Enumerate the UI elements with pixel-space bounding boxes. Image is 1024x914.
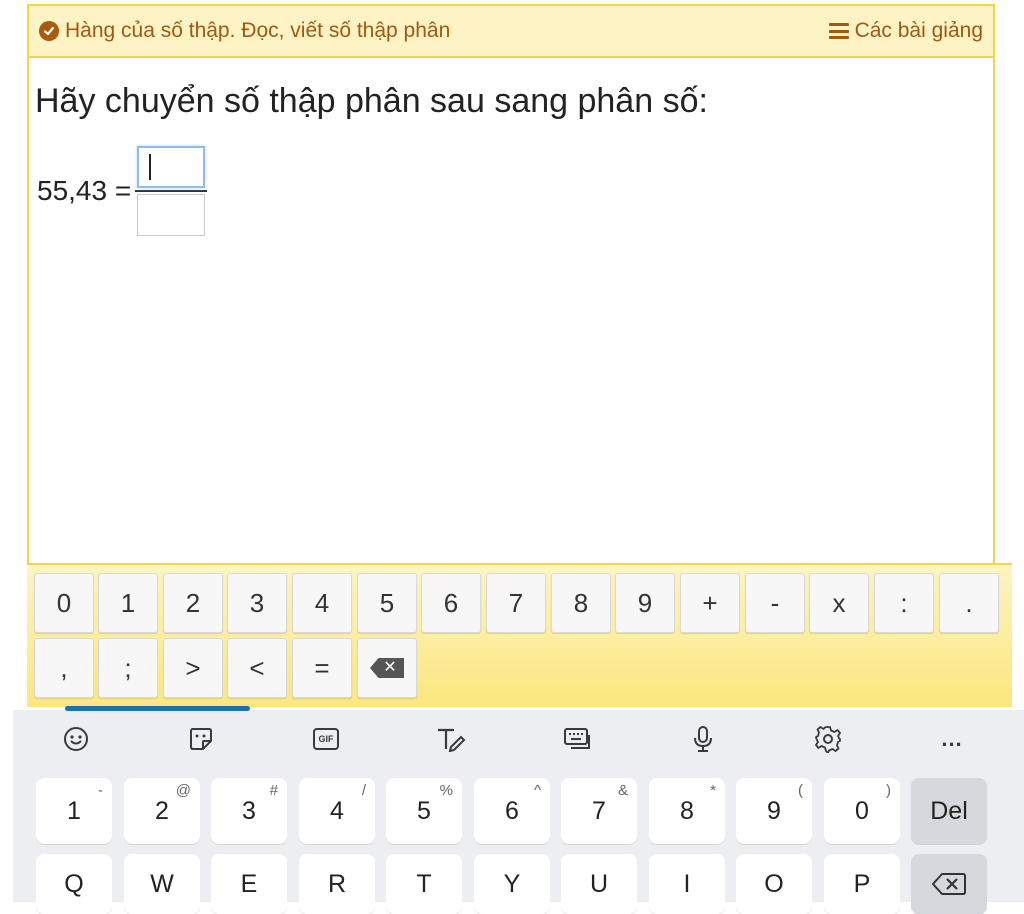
key-8[interactable]: 8 * bbox=[649, 778, 725, 844]
keyboard-tab-indicator bbox=[65, 706, 250, 711]
key-alt-label: ) bbox=[886, 782, 891, 799]
key-alt-label: ^ bbox=[533, 782, 541, 799]
key-label: 3 bbox=[242, 796, 256, 825]
lessons-menu-label: Các bài giảng bbox=[854, 19, 983, 42]
pad-key-semicolon[interactable]: ; bbox=[98, 638, 158, 698]
key-t[interactable]: T bbox=[386, 854, 462, 914]
lessons-menu-button[interactable]: Các bài giảng bbox=[828, 19, 983, 43]
key-alt-label: * bbox=[710, 782, 716, 799]
more-icon[interactable]: ... bbox=[937, 724, 967, 754]
key-q[interactable]: Q bbox=[36, 854, 112, 914]
key-label: 4 bbox=[330, 796, 344, 825]
text-caret bbox=[149, 154, 152, 180]
key-u[interactable]: U bbox=[561, 854, 637, 914]
pad-key-less[interactable]: < bbox=[227, 638, 287, 698]
pad-key-dot[interactable]: . bbox=[939, 573, 999, 633]
pad-key-comma[interactable]: , bbox=[34, 638, 94, 698]
denominator-input[interactable] bbox=[137, 194, 206, 236]
pad-key-divide[interactable]: : bbox=[874, 573, 934, 633]
key-label: 2 bbox=[155, 796, 169, 825]
key-alt-label: & bbox=[617, 782, 628, 799]
pad-key[interactable]: 6 bbox=[421, 573, 481, 633]
handwriting-icon[interactable] bbox=[436, 724, 466, 754]
key-o[interactable]: O bbox=[736, 854, 812, 914]
equation-lhs: 55,43 = bbox=[37, 175, 132, 206]
equation: 55,43 = bbox=[37, 146, 208, 236]
math-keypad: 0 1 2 3 4 5 6 7 8 9 + - x : . , ; > < = … bbox=[27, 563, 1012, 707]
pad-key[interactable]: 1 bbox=[98, 573, 158, 633]
pad-key[interactable]: 2 bbox=[163, 573, 223, 633]
key-alt-label: / bbox=[361, 782, 366, 799]
backspace-icon: ✕ bbox=[370, 658, 404, 678]
del-key[interactable]: Del bbox=[911, 778, 987, 844]
gear-icon[interactable] bbox=[813, 724, 843, 754]
key-label: 5 bbox=[417, 796, 431, 825]
key-p[interactable]: P bbox=[824, 854, 900, 914]
key-w[interactable]: W bbox=[124, 854, 200, 914]
key-e[interactable]: E bbox=[211, 854, 287, 914]
key-label: 1 bbox=[67, 796, 81, 825]
lesson-title-link[interactable]: Hàng của số thập. Đọc, viết số thập phân bbox=[39, 19, 450, 43]
key-r[interactable]: R bbox=[299, 854, 375, 914]
key-alt-label: @ bbox=[175, 782, 191, 799]
gif-icon[interactable]: GIF bbox=[311, 724, 341, 754]
keyboard-backspace-button[interactable] bbox=[911, 854, 987, 914]
lesson-header: Hàng của số thập. Đọc, viết số thập phân… bbox=[29, 6, 993, 58]
pad-key-minus[interactable]: - bbox=[745, 573, 805, 633]
key-label: 7 bbox=[592, 796, 606, 825]
system-keyboard: GIF ... 1- 2 @ 3 # 4/ 5% 6 ^ 7 & 8 * 9( 0) De… bbox=[13, 706, 1024, 914]
question-prompt: Hãy chuyển số thập phân sau sang phân số… bbox=[35, 82, 708, 120]
key-2[interactable]: 2 @ bbox=[124, 778, 200, 844]
backspace-icon bbox=[932, 873, 966, 895]
fraction-input bbox=[135, 146, 208, 236]
key-9[interactable]: 9( bbox=[736, 778, 812, 844]
fraction-bar bbox=[135, 190, 208, 192]
pad-key[interactable]: 5 bbox=[357, 573, 417, 633]
key-label: 0 bbox=[855, 796, 869, 825]
pad-key-equals[interactable]: = bbox=[292, 638, 352, 698]
pad-key-multiply[interactable]: x bbox=[809, 573, 869, 633]
check-circle-icon bbox=[39, 21, 59, 41]
key-label: 9 bbox=[767, 796, 781, 825]
key-alt-label: - bbox=[98, 782, 103, 799]
sticker-icon[interactable] bbox=[186, 724, 216, 754]
pad-key[interactable]: 0 bbox=[34, 573, 94, 633]
emoji-icon[interactable] bbox=[61, 724, 91, 754]
menu-icon bbox=[828, 23, 849, 39]
key-6[interactable]: 6 ^ bbox=[474, 778, 550, 844]
key-1[interactable]: 1- bbox=[36, 778, 112, 844]
lesson-title: Hàng của số thập. Đọc, viết số thập phân bbox=[65, 19, 451, 42]
numerator-input[interactable] bbox=[137, 146, 206, 188]
key-4[interactable]: 4/ bbox=[299, 778, 375, 844]
mic-icon[interactable] bbox=[688, 724, 718, 754]
key-5[interactable]: 5% bbox=[386, 778, 462, 844]
key-label: 6 bbox=[505, 796, 519, 825]
pad-key[interactable]: 9 bbox=[615, 573, 675, 633]
key-alt-label: % bbox=[439, 782, 453, 799]
pad-key[interactable]: 8 bbox=[551, 573, 611, 633]
pad-backspace-button[interactable]: ✕ bbox=[357, 638, 417, 698]
pad-key-plus[interactable]: + bbox=[680, 573, 740, 633]
key-label: 8 bbox=[680, 796, 694, 825]
key-7[interactable]: 7 & bbox=[561, 778, 637, 844]
key-alt-label: ( bbox=[798, 782, 803, 799]
key-y[interactable]: Y bbox=[474, 854, 550, 914]
pad-key[interactable]: 7 bbox=[486, 573, 546, 633]
keyboard-layout-icon[interactable] bbox=[562, 724, 592, 754]
key-i[interactable]: I bbox=[649, 854, 725, 914]
gif-label: GIF bbox=[318, 734, 334, 744]
pad-key[interactable]: 4 bbox=[292, 573, 352, 633]
pad-key[interactable]: 3 bbox=[227, 573, 287, 633]
pad-key-greater[interactable]: > bbox=[163, 638, 223, 698]
key-0[interactable]: 0) bbox=[824, 778, 900, 844]
key-3[interactable]: 3 # bbox=[211, 778, 287, 844]
key-alt-label: # bbox=[269, 782, 278, 799]
